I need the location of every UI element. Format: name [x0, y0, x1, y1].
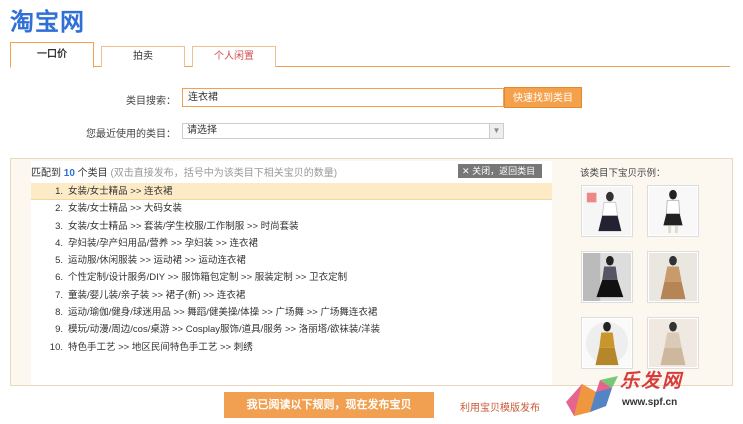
- category-list: 1. 女装/女士精品 >> 连衣裙 2. 女装/女士精品 >> 大码女装 3. 女装/…: [31, 183, 552, 356]
- close-return-label: 关闭，返回类目: [472, 166, 536, 176]
- template-publish-link[interactable]: 利用宝贝模版发布: [460, 399, 540, 414]
- category-results-panel: 匹配到 10 个类目 (双击直接发布，括号中为该类目下相关宝贝的数量) ✕ 关闭…: [10, 158, 733, 386]
- close-return-button[interactable]: ✕ 关闭，返回类目: [458, 164, 542, 178]
- close-icon: ✕: [462, 166, 470, 176]
- results-suffix: 个类目: [74, 168, 108, 179]
- list-item[interactable]: 8. 运动/瑜伽/健身/球迷用品 >> 舞蹈/健美操/体操 >> 广场舞 >> 广…: [31, 304, 552, 321]
- quick-find-category-button[interactable]: 快速找到类目: [504, 87, 582, 108]
- results-prefix: 匹配到: [31, 168, 64, 179]
- watermark-brand: 乐发网: [620, 370, 684, 392]
- publish-button[interactable]: 我已阅读以下规则，现在发布宝贝: [224, 392, 434, 418]
- watermark-url: www.spf.cn: [622, 397, 678, 408]
- results-hint: (双击直接发布，括号中为该类目下相关宝贝的数量): [110, 168, 338, 179]
- recent-category-value: 请选择: [187, 125, 217, 136]
- list-item[interactable]: 7. 童装/婴儿装/亲子装 >> 裙子(新) >> 连衣裙: [31, 287, 552, 304]
- list-item[interactable]: 6. 个性定制/设计服务/DIY >> 服饰箱包定制 >> 服装定制 >> 卫衣定…: [31, 269, 552, 286]
- tab-fixed-price[interactable]: 一口价: [10, 42, 94, 68]
- results-header: 匹配到 10 个类目 (双击直接发布，括号中为该类目下相关宝贝的数量): [31, 164, 337, 179]
- list-item[interactable]: 1. 女装/女士精品 >> 连衣裙: [31, 183, 552, 201]
- taobao-logo[interactable]: 淘宝网: [10, 2, 85, 37]
- example-thumbnail[interactable]: [581, 185, 633, 237]
- list-item[interactable]: 4. 孕妇装/孕产妇用品/营养 >> 孕妇装 >> 连衣裙: [31, 235, 552, 252]
- examples-title: 该类目下宝贝示例：: [580, 168, 666, 179]
- list-item[interactable]: 3. 女装/女士精品 >> 套装/学生校服/工作制服 >> 时尚套装: [31, 218, 552, 235]
- category-search-input[interactable]: 连衣裙: [182, 88, 504, 107]
- results-count: 10: [63, 168, 75, 179]
- publish-type-tabs: 一口价 拍卖 个人闲置: [10, 42, 730, 68]
- list-item[interactable]: 10. 特色手工艺 >> 地区民间特色手工艺 >> 刺绣: [31, 339, 552, 356]
- list-item[interactable]: 5. 运动服/休闲服装 >> 运动裙 >> 运动连衣裙: [31, 252, 552, 269]
- tab-personal-idle[interactable]: 个人闲置: [192, 46, 276, 67]
- category-search-label: 类目搜索：: [126, 96, 176, 107]
- example-thumbnail[interactable]: [581, 251, 633, 303]
- example-thumbnail[interactable]: [647, 251, 699, 303]
- recent-category-select[interactable]: 请选择 ▼: [182, 123, 504, 139]
- list-item[interactable]: 2. 女装/女士精品 >> 大码女装: [31, 200, 552, 217]
- tab-auction[interactable]: 拍卖: [101, 46, 185, 67]
- recent-category-label: 您最近使用的类目：: [86, 129, 176, 140]
- chevron-down-icon[interactable]: ▼: [489, 124, 503, 138]
- list-item[interactable]: 9. 模玩/动漫/周边/cos/桌游 >> Cosplay服饰/道具/服务 >> …: [31, 321, 552, 338]
- example-thumbnail[interactable]: [647, 185, 699, 237]
